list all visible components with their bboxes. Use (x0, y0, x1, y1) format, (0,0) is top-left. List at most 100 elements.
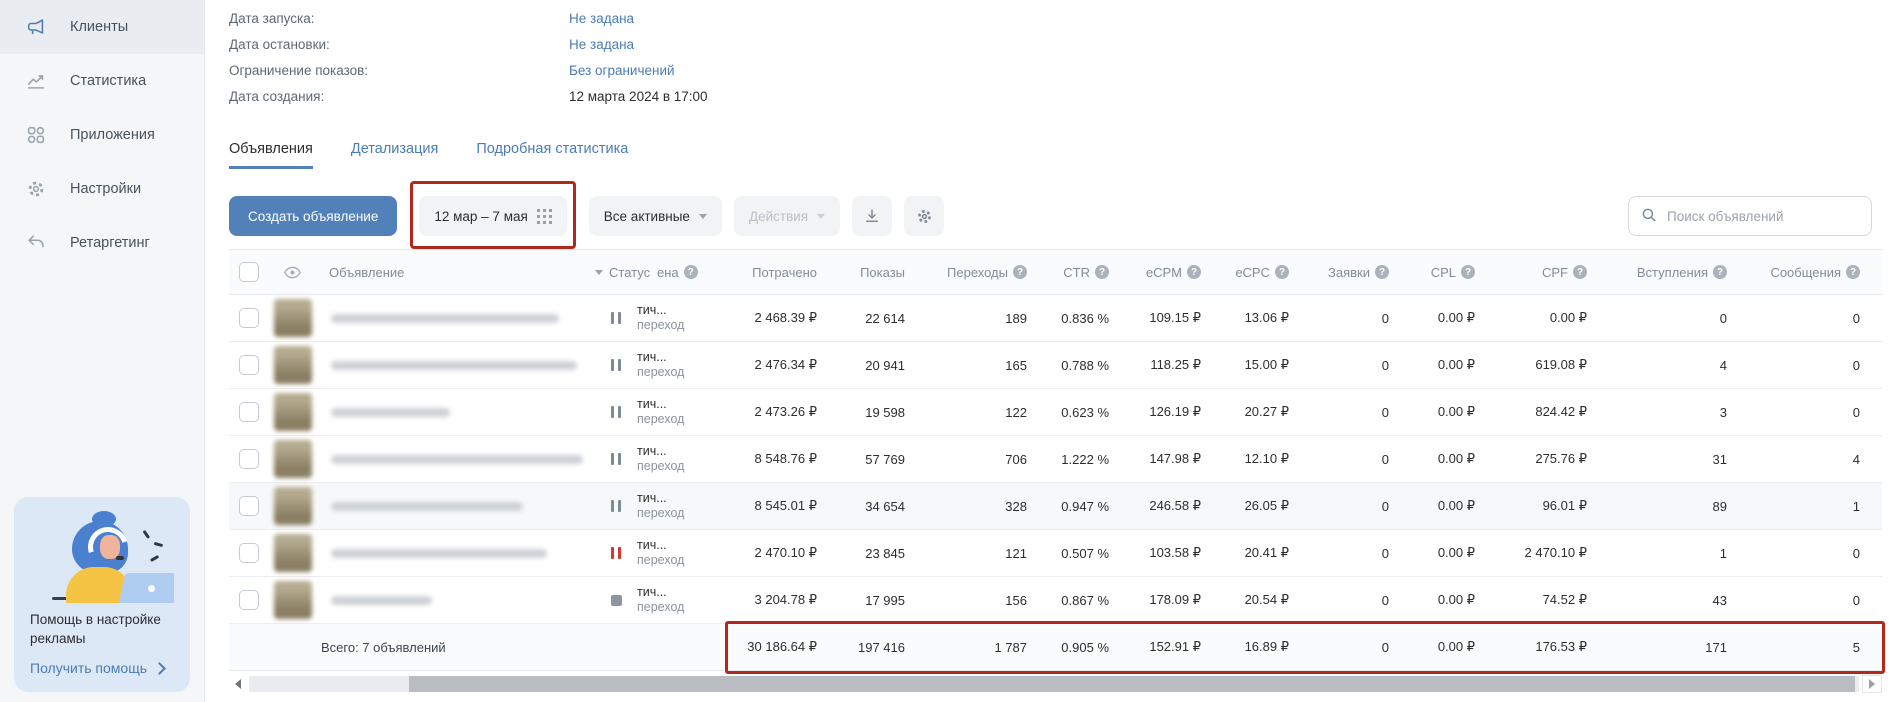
cell-joins: 31 (1591, 452, 1731, 467)
cell-cpf: 74.52 ₽ (1479, 592, 1591, 608)
cell-ecpm: 178.09 ₽ (1113, 592, 1205, 608)
get-help-link[interactable]: Получить помощь (30, 660, 174, 676)
scrollbar-left-arrow[interactable] (235, 679, 241, 689)
status-paused-icon[interactable] (611, 406, 622, 418)
help-icon[interactable]: ? (1013, 265, 1027, 279)
column-header-ecpc[interactable]: eCPC? (1205, 265, 1293, 280)
column-header-shows[interactable]: Показы (821, 265, 909, 280)
status-paused-red-icon[interactable] (611, 547, 622, 559)
info-row: Ограничение показов: Без ограничений (229, 57, 1882, 83)
column-header-price[interactable]: ена? (637, 265, 725, 280)
cell-ecpc: 12.10 ₽ (1205, 451, 1293, 467)
column-header-ecpm[interactable]: eCPM? (1113, 265, 1205, 280)
cell-joins: 89 (1591, 499, 1731, 514)
ad-thumbnail-redacted (274, 581, 312, 619)
ad-name-redacted[interactable] (331, 361, 577, 370)
price-type: тич... (637, 303, 667, 318)
actions-dropdown[interactable]: Действия (734, 196, 840, 236)
row-checkbox[interactable] (239, 402, 259, 422)
sidebar-item-statistics[interactable]: Статистика (0, 54, 204, 108)
tab-detailing[interactable]: Детализация (351, 141, 438, 169)
price-type: тич... (637, 491, 667, 506)
column-header-ctr[interactable]: CTR? (1031, 265, 1113, 280)
column-header-clicks[interactable]: Переходы? (909, 265, 1031, 280)
cell-shows: 23 845 (821, 546, 909, 561)
ad-name-redacted[interactable] (331, 455, 583, 464)
ad-name-redacted[interactable] (331, 596, 432, 605)
price-goal: переход (637, 412, 684, 427)
cell-spent: 2 473.26 ₽ (725, 404, 821, 420)
info-label: Дата создания: (229, 89, 569, 104)
search-input[interactable] (1628, 196, 1872, 236)
cell-spent: 2 470.10 ₽ (725, 545, 821, 561)
row-checkbox[interactable] (239, 355, 259, 375)
cell-messages: 0 (1731, 546, 1882, 561)
main-content: Дата запуска: Не задана Дата остановки: … (205, 0, 1896, 702)
row-checkbox[interactable] (239, 543, 259, 563)
help-icon[interactable]: ? (1846, 265, 1860, 279)
help-icon[interactable]: ? (1713, 265, 1727, 279)
stop-date-value[interactable]: Не задана (569, 37, 634, 52)
column-header-cpl[interactable]: CPL? (1393, 265, 1479, 280)
cell-ecpm: 147.98 ₽ (1113, 451, 1205, 467)
gear-icon (915, 207, 934, 226)
total-ecpc: 16.89 ₽ (1205, 639, 1293, 655)
scrollbar-thumb[interactable] (409, 676, 1855, 692)
impressions-limit-value[interactable]: Без ограничений (569, 63, 675, 78)
total-ctr: 0.905 % (1031, 640, 1113, 655)
create-ad-button[interactable]: Создать объявление (229, 196, 397, 236)
help-icon[interactable]: ? (1095, 265, 1109, 279)
horizontal-scrollbar[interactable] (229, 675, 1882, 692)
status-filter-dropdown[interactable]: Все активные (589, 196, 722, 236)
tab-ads[interactable]: Объявления (229, 141, 313, 169)
column-header-name[interactable]: Объявление (323, 265, 595, 280)
column-header-cpf[interactable]: CPF? (1479, 265, 1591, 280)
help-icon[interactable]: ? (1375, 265, 1389, 279)
column-label: eCPM (1146, 265, 1182, 280)
status-paused-icon[interactable] (611, 359, 622, 371)
row-checkbox[interactable] (239, 449, 259, 469)
ad-name-redacted[interactable] (331, 408, 450, 417)
table-settings-button[interactable] (904, 196, 944, 236)
sidebar-item-applications[interactable]: Приложения (0, 108, 204, 162)
column-header-leads[interactable]: Заявки? (1293, 265, 1393, 280)
column-header-status[interactable]: Статус (595, 265, 637, 280)
sidebar-item-clients[interactable]: Клиенты (0, 0, 204, 54)
tab-detailed-statistics[interactable]: Подробная статистика (476, 141, 628, 169)
sidebar-item-settings[interactable]: Настройки (0, 162, 204, 216)
scrollbar-right-arrow[interactable] (1862, 675, 1882, 693)
cell-clicks: 165 (909, 358, 1031, 373)
row-checkbox[interactable] (239, 590, 259, 610)
ad-name-redacted[interactable] (331, 549, 547, 558)
tabs: Объявления Детализация Подробная статист… (229, 141, 1882, 169)
cell-clicks: 328 (909, 499, 1031, 514)
cell-messages: 0 (1731, 593, 1882, 608)
sidebar-item-retargeting[interactable]: Ретаргетинг (0, 216, 204, 270)
ad-name-redacted[interactable] (331, 314, 559, 323)
column-header-messages[interactable]: Сообщения? (1731, 265, 1882, 280)
help-icon[interactable]: ? (1461, 265, 1475, 279)
select-all-checkbox[interactable] (239, 262, 259, 282)
price-goal: переход (637, 365, 684, 380)
help-icon[interactable]: ? (1187, 265, 1201, 279)
status-stopped-icon[interactable] (611, 595, 622, 606)
start-date-value[interactable]: Не задана (569, 11, 634, 26)
row-checkbox[interactable] (239, 496, 259, 516)
actions-label: Действия (749, 209, 808, 224)
status-paused-icon[interactable] (611, 312, 622, 324)
row-checkbox[interactable] (239, 308, 259, 328)
cell-joins: 0 (1591, 311, 1731, 326)
column-header-spent[interactable]: Потрачено (725, 265, 821, 280)
ad-name-redacted[interactable] (331, 502, 523, 511)
scrollbar-track[interactable] (249, 676, 1859, 692)
date-range-button[interactable]: 12 мар – 7 мая (419, 196, 566, 236)
help-icon[interactable]: ? (684, 265, 698, 279)
export-button[interactable] (852, 196, 892, 236)
column-header-joins[interactable]: Вступления? (1591, 265, 1731, 280)
visibility-icon[interactable] (283, 263, 302, 282)
status-paused-icon[interactable] (611, 453, 622, 465)
help-icon[interactable]: ? (1275, 265, 1289, 279)
status-paused-icon[interactable] (611, 500, 622, 512)
help-icon[interactable]: ? (1573, 265, 1587, 279)
info-row: Дата запуска: Не задана (229, 5, 1882, 31)
